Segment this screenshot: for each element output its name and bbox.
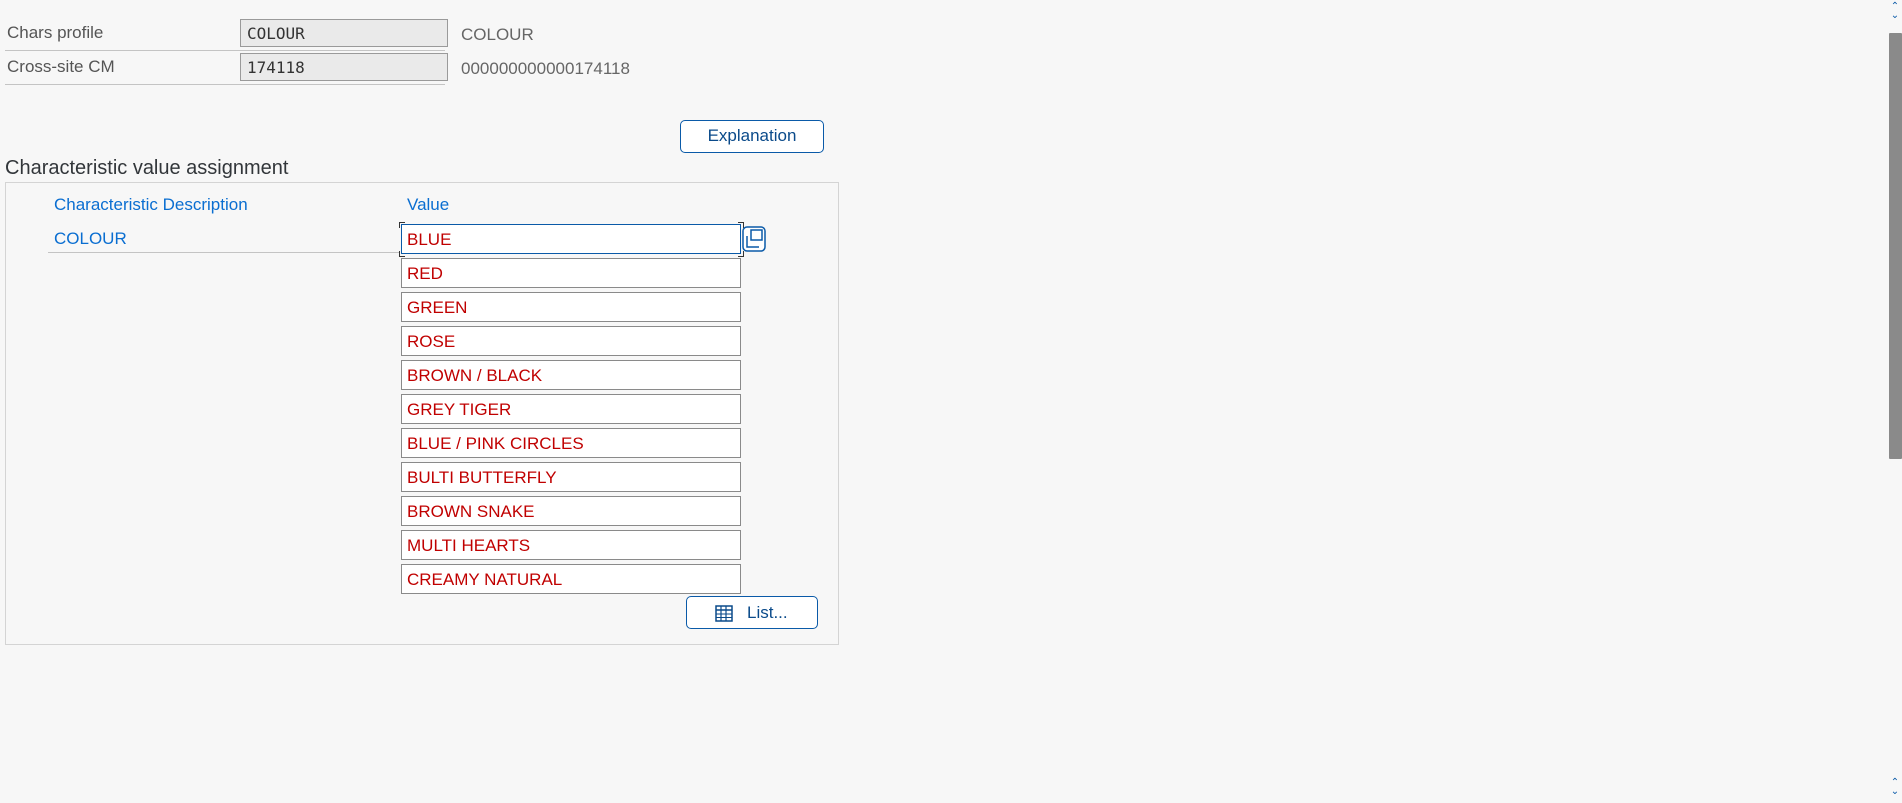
cross-site-row: Cross-site CM 174118	[5, 51, 448, 85]
chars-profile-field[interactable]: COLOUR	[240, 19, 448, 47]
multi-selection-icon[interactable]	[742, 226, 766, 252]
value-field[interactable]: GREEN	[401, 292, 741, 322]
characteristic-name[interactable]: COLOUR	[54, 229, 127, 249]
list-button-label: List...	[747, 603, 788, 622]
characteristic-row: COLOUR	[48, 226, 400, 253]
value-field[interactable]: RED	[401, 258, 741, 288]
cross-site-field[interactable]: 174118	[240, 53, 448, 81]
value-field[interactable]: GREY TIGER	[401, 394, 741, 424]
value-field[interactable]: BLUE	[401, 224, 741, 254]
explanation-button[interactable]: Explanation	[680, 120, 824, 153]
chevron-down-icon[interactable]: ⌃ ⌄	[1888, 778, 1902, 797]
value-field[interactable]: BROWN / BLACK	[401, 360, 741, 390]
list-button[interactable]: List...	[686, 596, 818, 629]
value-field[interactable]: BROWN SNAKE	[401, 496, 741, 526]
value-field[interactable]: CREAMY NATURAL	[401, 564, 741, 594]
focus-corner	[399, 251, 405, 257]
focus-corner	[399, 222, 405, 228]
value-field[interactable]: BLUE / PINK CIRCLES	[401, 428, 741, 458]
value-field[interactable]: ROSE	[401, 326, 741, 356]
cross-site-description: 000000000000174118	[461, 59, 630, 78]
chars-profile-row: Chars profile COLOUR	[5, 17, 448, 51]
table-list-icon	[715, 605, 733, 622]
chars-profile-description: COLOUR	[461, 25, 534, 44]
section-title: Characteristic value assignment	[5, 157, 289, 179]
scrollbar-thumb[interactable]	[1889, 33, 1902, 459]
cross-site-label: Cross-site CM	[7, 57, 115, 76]
column-header-value: Value	[407, 195, 450, 214]
value-field[interactable]: BULTI BUTTERFLY	[401, 462, 741, 492]
column-header-description: Characteristic Description	[54, 195, 248, 214]
value-field[interactable]: MULTI HEARTS	[401, 530, 741, 560]
chars-profile-label: Chars profile	[7, 23, 104, 42]
chevron-up-icon[interactable]: ⌃ ⌄	[1888, 2, 1902, 21]
